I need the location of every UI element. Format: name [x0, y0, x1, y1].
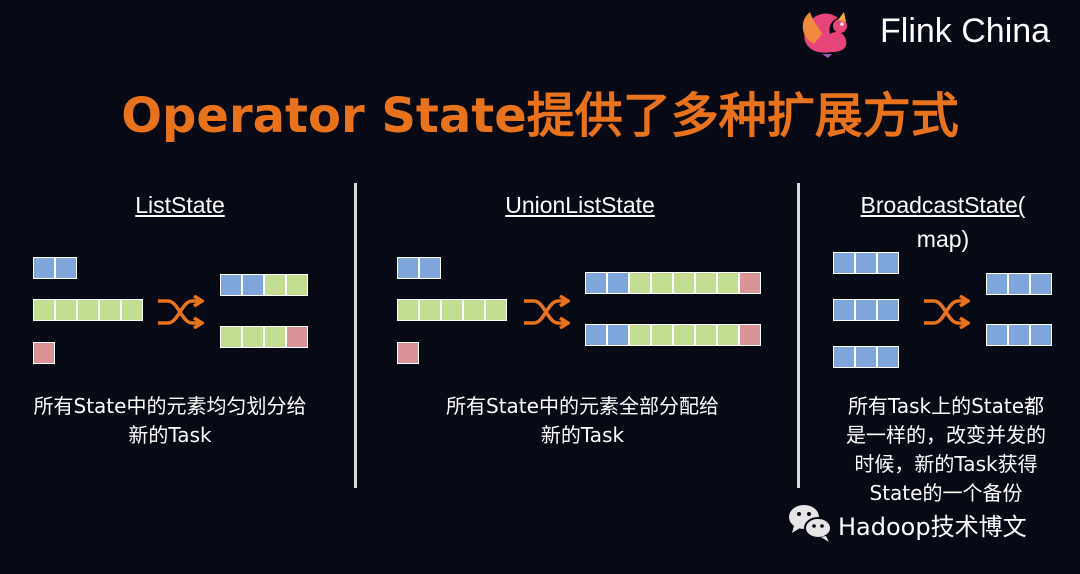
state-cell-blue — [855, 252, 877, 274]
unionliststate-output-block-1 — [585, 272, 761, 294]
panel-broadcaststate-description: 所有Task上的State都 是一样的，改变并发的 时候，新的Task获得 St… — [846, 394, 1046, 505]
state-cell-green — [55, 299, 77, 321]
state-cell-green — [673, 324, 695, 346]
state-cell-blue — [220, 274, 242, 296]
unionliststate-input-block-3 — [397, 342, 419, 364]
panel-unionliststate-description: 所有State中的元素全部分配给 新的Task — [446, 394, 719, 447]
state-cell-red — [739, 272, 761, 294]
state-cell-green — [264, 326, 286, 348]
state-cell-blue — [877, 299, 899, 321]
unionliststate-input-block-1 — [397, 257, 441, 279]
state-cell-green — [485, 299, 507, 321]
state-cell-blue — [1030, 273, 1052, 295]
state-cell-blue — [1030, 324, 1052, 346]
state-cell-red — [33, 342, 55, 364]
state-cell-blue — [397, 257, 419, 279]
liststate-output-block-2 — [220, 326, 308, 348]
state-cell-blue — [607, 324, 629, 346]
unionliststate-input-block-2 — [397, 299, 507, 321]
broadcaststate-output-block-1 — [986, 273, 1052, 295]
state-cell-blue — [833, 346, 855, 368]
state-cell-green — [33, 299, 55, 321]
shuffle-icon — [924, 295, 970, 329]
state-cell-green — [121, 299, 143, 321]
state-cell-blue — [1008, 324, 1030, 346]
state-cell-blue — [55, 257, 77, 279]
state-cell-green — [695, 272, 717, 294]
liststate-input-block-3 — [33, 342, 55, 364]
divider-right — [797, 183, 800, 488]
state-cell-blue — [33, 257, 55, 279]
broadcaststate-input-block-1 — [833, 252, 899, 274]
watermark: Hadoop技术博文 — [786, 498, 1076, 546]
page-title: Operator State提供了多种扩展方式 — [121, 88, 959, 144]
state-cell-blue — [855, 299, 877, 321]
state-cell-red — [739, 324, 761, 346]
state-cell-blue — [833, 299, 855, 321]
state-cell-green — [695, 324, 717, 346]
state-cell-blue — [877, 252, 899, 274]
wechat-icon — [789, 505, 832, 542]
liststate-input-block-2 — [33, 299, 143, 321]
broadcaststate-input-block-3 — [833, 346, 899, 368]
state-cell-blue — [585, 272, 607, 294]
squirrel-logo-icon — [802, 12, 847, 58]
state-cell-red — [286, 326, 308, 348]
state-cell-green — [629, 324, 651, 346]
state-cell-blue — [877, 346, 899, 368]
state-cell-red — [397, 342, 419, 364]
state-cell-green — [463, 299, 485, 321]
state-cell-green — [673, 272, 695, 294]
state-cell-blue — [419, 257, 441, 279]
state-cell-green — [717, 272, 739, 294]
state-cell-green — [651, 272, 673, 294]
state-cell-blue — [986, 273, 1008, 295]
state-cell-green — [651, 324, 673, 346]
state-cell-green — [419, 299, 441, 321]
state-cell-green — [99, 299, 121, 321]
panel-liststate-heading: ListState — [135, 192, 225, 218]
state-cell-blue — [986, 324, 1008, 346]
shuffle-icon — [158, 295, 204, 329]
state-cell-green — [717, 324, 739, 346]
state-cell-green — [397, 299, 419, 321]
liststate-input-block-1 — [33, 257, 77, 279]
state-cell-green — [286, 274, 308, 296]
panel-liststate-description: 所有State中的元素均匀划分给 新的Task — [33, 394, 307, 447]
state-cell-green — [242, 326, 264, 348]
panel-unionliststate-heading: UnionListState — [505, 192, 655, 218]
state-cell-blue — [833, 252, 855, 274]
state-cell-green — [220, 326, 242, 348]
panel-broadcaststate-heading: BroadcastState( map) — [860, 192, 1026, 252]
unionliststate-output-block-2 — [585, 324, 761, 346]
state-cell-green — [264, 274, 286, 296]
state-cell-green — [441, 299, 463, 321]
state-cell-blue — [242, 274, 264, 296]
broadcaststate-input-block-2 — [833, 299, 899, 321]
state-cell-blue — [607, 272, 629, 294]
state-cell-blue — [1008, 273, 1030, 295]
state-cell-blue — [855, 346, 877, 368]
liststate-output-block-1 — [220, 274, 308, 296]
broadcaststate-output-block-2 — [986, 324, 1052, 346]
brand-name: Flink China — [880, 12, 1051, 50]
state-cell-green — [77, 299, 99, 321]
state-cell-green — [629, 272, 651, 294]
watermark-text: Hadoop技术博文 — [838, 513, 1027, 541]
divider-left — [354, 183, 357, 488]
brand-logo: Flink China — [792, 4, 1062, 60]
shuffle-icon — [524, 295, 570, 329]
state-cell-blue — [585, 324, 607, 346]
